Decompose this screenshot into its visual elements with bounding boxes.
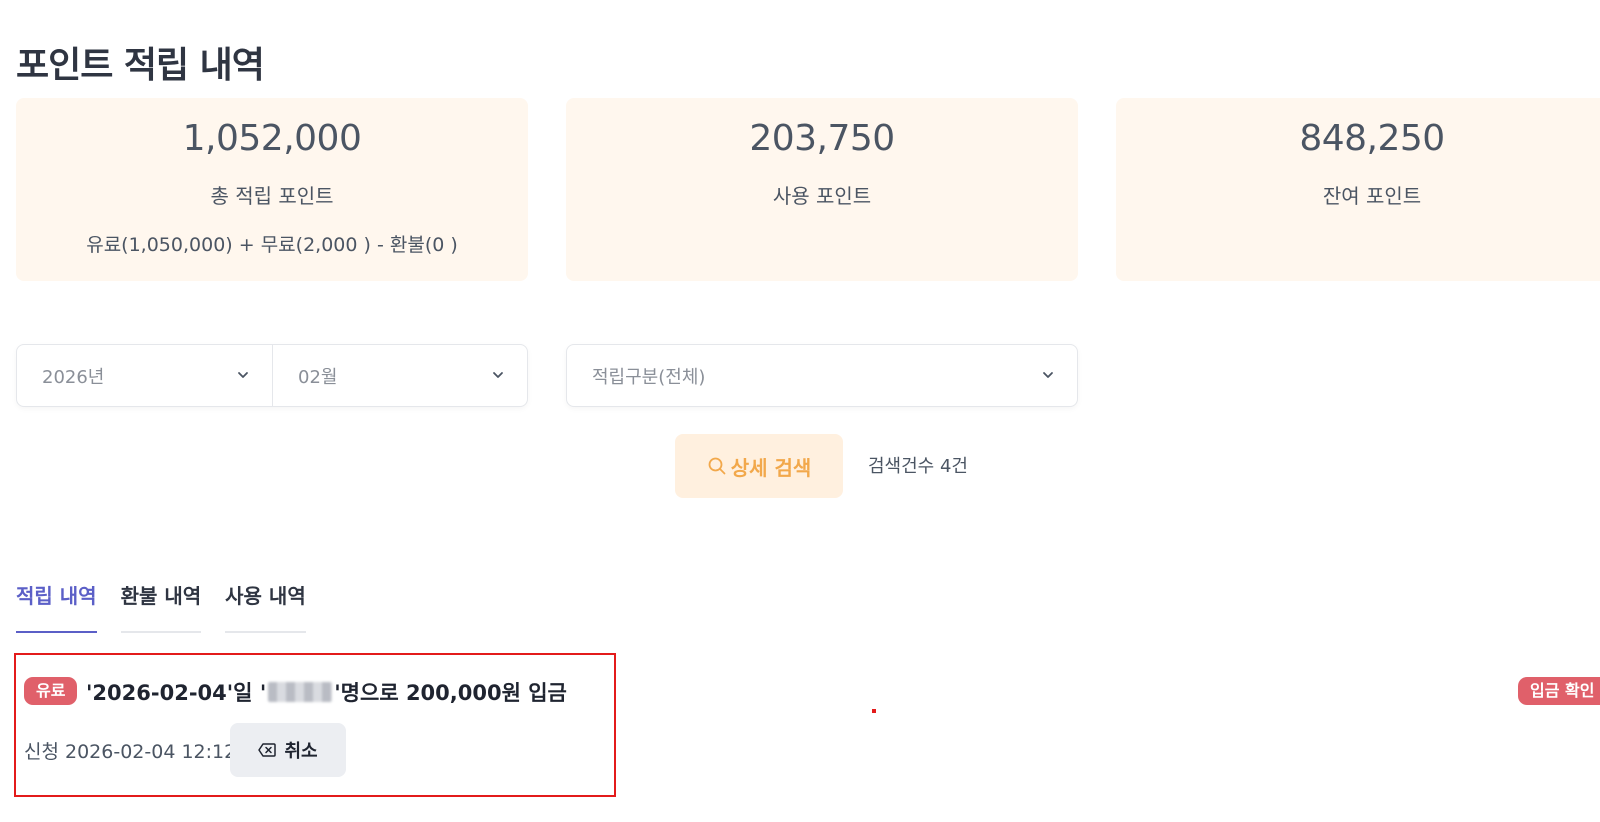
- stat-card-used: 203,750 사용 포인트: [566, 98, 1078, 281]
- chevron-down-icon: [238, 371, 248, 378]
- search-count: 검색건수 4건: [868, 456, 968, 477]
- tab-earn-history[interactable]: 적립 내역: [16, 580, 97, 633]
- year-select-value: 2026년: [42, 366, 105, 388]
- search-icon: [708, 457, 726, 475]
- stat-value: 203,750: [749, 118, 895, 159]
- status-badge: 입금 확인 중: [1518, 677, 1600, 705]
- record-title-prefix: '2026-02-04'일 ': [86, 681, 267, 705]
- stat-label: 사용 포인트: [772, 184, 872, 208]
- stat-sub: 유료(1,050,000) + 무료(2,000 ) - 환불(0 ): [86, 234, 458, 256]
- year-select[interactable]: 2026년: [17, 345, 272, 406]
- date-filter-group: 2026년 02월: [16, 344, 528, 407]
- cancel-label: 취소: [284, 741, 318, 762]
- paid-badge: 유료: [24, 677, 78, 705]
- month-select-value: 02월: [298, 366, 338, 388]
- chevron-down-icon: [1043, 371, 1053, 378]
- month-select[interactable]: 02월: [272, 345, 527, 406]
- stat-value: 848,250: [1299, 118, 1445, 159]
- detail-search-button[interactable]: 상세 검색: [675, 434, 843, 498]
- marker-dot: [872, 709, 876, 713]
- redacted-name: [268, 682, 333, 702]
- stat-value: 1,052,000: [182, 118, 362, 159]
- record-title-suffix: '명으로 200,000원 입금: [334, 681, 567, 705]
- record-request-date: 신청 2026-02-04 12:12: [24, 741, 237, 763]
- page-title: 포인트 적립 내역: [16, 45, 265, 86]
- stat-card-total: 1,052,000 총 적립 포인트 유료(1,050,000) + 무료(2,…: [16, 98, 528, 281]
- category-select-value: 적립구분(전체): [592, 366, 706, 388]
- record-title: '2026-02-04'일 ' '명으로 200,000원 입금: [86, 677, 567, 707]
- backspace-icon: [258, 743, 277, 757]
- history-tabs: 적립 내역 환불 내역 사용 내역: [16, 580, 306, 633]
- status-badge-wrapper: 입금 확인 중: [1518, 677, 1600, 705]
- tab-usage-history[interactable]: 사용 내역: [225, 580, 306, 633]
- stat-label: 총 적립 포인트: [210, 184, 334, 208]
- tab-refund-history[interactable]: 환불 내역: [120, 580, 202, 633]
- detail-search-label: 상세 검색: [730, 455, 812, 480]
- stat-card-remaining: 848,250 잔여 포인트: [1116, 98, 1600, 281]
- chevron-down-icon: [493, 371, 503, 378]
- cancel-button[interactable]: 취소: [230, 723, 346, 777]
- category-filter-group: 적립구분(전체): [566, 344, 1078, 407]
- stat-label: 잔여 포인트: [1322, 184, 1422, 208]
- list-item: 유료 '2026-02-04'일 ' '명으로 200,000원 입금 신청 2…: [14, 653, 616, 797]
- category-select[interactable]: 적립구분(전체): [567, 345, 1077, 406]
- page: 포인트 적립 내역 1,052,000 총 적립 포인트 유료(1,050,00…: [0, 0, 1600, 822]
